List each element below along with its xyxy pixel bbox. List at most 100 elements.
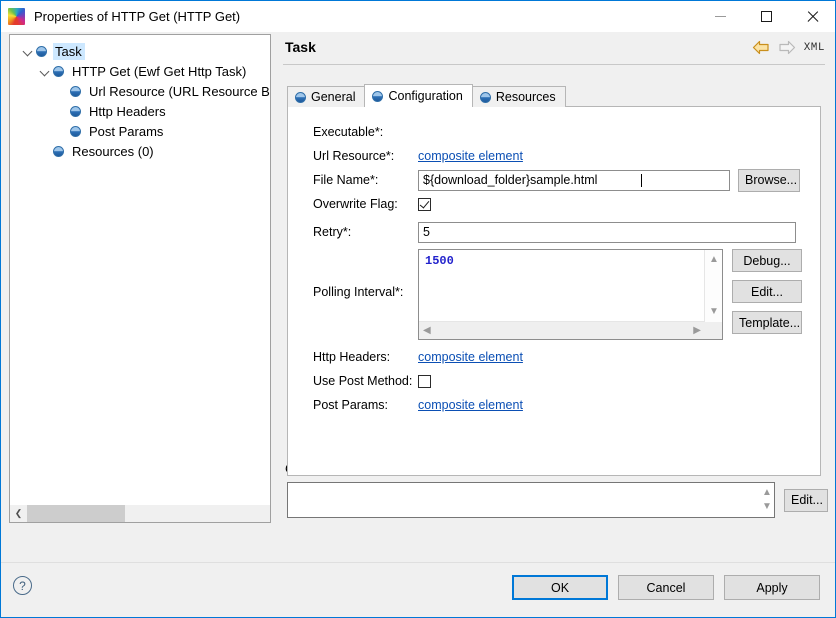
tree-item-label: Post Params bbox=[87, 123, 166, 140]
overwrite-flag-checkbox[interactable] bbox=[418, 198, 431, 211]
field-url-resource: Url Resource*: composite element bbox=[288, 144, 820, 168]
prism-icon bbox=[8, 8, 25, 25]
tab-label: Configuration bbox=[388, 89, 462, 103]
tree-item-http-headers[interactable]: Http Headers bbox=[10, 101, 270, 121]
field-label: Url Resource*: bbox=[288, 149, 418, 163]
field-label: File Name*: bbox=[288, 173, 418, 187]
apply-button[interactable]: Apply bbox=[724, 575, 820, 600]
dialog-buttons: OK Cancel Apply bbox=[512, 575, 820, 600]
scroll-up-icon[interactable]: ▲ bbox=[709, 255, 719, 265]
tree-item-http-get[interactable]: HTTP Get (Ewf Get Http Task) bbox=[10, 61, 270, 81]
tree-item-label: Task bbox=[53, 43, 85, 60]
http-headers-composite-link[interactable]: composite element bbox=[418, 350, 523, 364]
tree-item-resources[interactable]: Resources (0) bbox=[10, 141, 270, 161]
configuration-panel: Executable*: Url Resource*: composite el… bbox=[287, 106, 821, 476]
node-bullet-icon bbox=[70, 106, 81, 117]
field-post-params: Post Params: composite element bbox=[288, 393, 820, 417]
scroll-down-icon[interactable]: ▼ bbox=[709, 307, 719, 317]
tab-label: Resources bbox=[496, 90, 556, 104]
scroll-right-icon[interactable]: ▶ bbox=[693, 326, 701, 336]
tab-general[interactable]: General bbox=[287, 86, 365, 107]
tree-item-post-params[interactable]: Post Params bbox=[10, 121, 270, 141]
polling-interval-editor[interactable]: 1500 ▲ ▼ ◀ ▶ bbox=[418, 249, 723, 340]
close-icon bbox=[806, 10, 819, 23]
help-icon[interactable]: ? bbox=[13, 576, 32, 595]
window-title: Properties of HTTP Get (HTTP Get) bbox=[34, 9, 240, 24]
file-name-input[interactable]: ${download_folder}sample.html bbox=[418, 170, 730, 191]
tree-item-label: Resources (0) bbox=[70, 143, 157, 160]
node-bullet-icon bbox=[372, 91, 383, 102]
content-header: Task XML bbox=[279, 34, 829, 64]
retry-input[interactable]: 5 bbox=[418, 222, 796, 243]
scrollbar-thumb[interactable] bbox=[27, 505, 125, 522]
chevron-down-icon[interactable] bbox=[37, 63, 53, 79]
post-params-composite-link[interactable]: composite element bbox=[418, 398, 523, 412]
tab-configuration[interactable]: Configuration bbox=[364, 84, 472, 107]
field-label: Polling Interval*: bbox=[288, 249, 418, 299]
node-bullet-icon bbox=[295, 92, 306, 103]
polling-vertical-scrollbar[interactable]: ▲ ▼ bbox=[704, 250, 722, 322]
field-use-post-method: Use Post Method: bbox=[288, 369, 820, 393]
ok-button[interactable]: OK bbox=[512, 575, 608, 600]
tree-items: Task HTTP Get (Ewf Get Http Task) Url Re… bbox=[10, 35, 270, 161]
back-arrow-icon[interactable] bbox=[752, 40, 770, 55]
use-post-method-checkbox[interactable] bbox=[418, 375, 431, 388]
node-bullet-icon bbox=[70, 86, 81, 97]
window-controls bbox=[697, 1, 835, 32]
tree-item-url-resource[interactable]: Url Resource (URL Resource Bean) bbox=[10, 81, 270, 101]
template-button[interactable]: Template... bbox=[732, 311, 802, 334]
field-executable: Executable*: bbox=[288, 120, 820, 144]
xml-link[interactable]: XML bbox=[804, 42, 825, 54]
maximize-button[interactable] bbox=[743, 1, 789, 32]
comments-vertical-scrollbar[interactable]: ▲ ▼ bbox=[758, 483, 774, 517]
retry-value: 5 bbox=[423, 225, 430, 239]
field-label: Overwrite Flag: bbox=[288, 197, 418, 211]
title-bar: Properties of HTTP Get (HTTP Get) bbox=[1, 1, 835, 32]
navigation-tree[interactable]: Task HTTP Get (Ewf Get Http Task) Url Re… bbox=[9, 34, 271, 523]
field-label: Use Post Method: bbox=[288, 374, 418, 388]
comments-input[interactable]: ▲ ▼ bbox=[287, 482, 775, 518]
page-title: Task bbox=[285, 39, 316, 55]
chevron-down-icon[interactable] bbox=[20, 43, 36, 59]
scroll-left-icon[interactable]: ◀ bbox=[423, 326, 431, 336]
polling-interval-value: 1500 bbox=[419, 250, 705, 322]
maximize-icon bbox=[761, 11, 772, 22]
url-resource-composite-link[interactable]: composite element bbox=[418, 149, 523, 163]
close-button[interactable] bbox=[789, 1, 835, 32]
field-label: Post Params: bbox=[288, 398, 418, 412]
tree-item-label: HTTP Get (Ewf Get Http Task) bbox=[70, 63, 249, 80]
polling-horizontal-scrollbar[interactable]: ◀ ▶ bbox=[419, 321, 705, 339]
tree-horizontal-scrollbar[interactable]: ❮ bbox=[10, 504, 270, 522]
scroll-up-icon[interactable]: ▲ bbox=[762, 488, 772, 498]
field-retry: Retry*: 5 bbox=[288, 220, 820, 244]
comments-edit-button[interactable]: Edit... bbox=[784, 489, 828, 512]
node-bullet-icon bbox=[53, 66, 64, 77]
content-panel: Task XML General bbox=[279, 34, 829, 523]
minimize-button[interactable] bbox=[697, 1, 743, 32]
tab-resources[interactable]: Resources bbox=[472, 86, 566, 107]
tab-bar: General Configuration Resources bbox=[287, 85, 565, 107]
browse-button[interactable]: Browse... bbox=[738, 169, 800, 192]
edit-button[interactable]: Edit... bbox=[732, 280, 802, 303]
node-bullet-icon bbox=[70, 126, 81, 137]
field-label: Http Headers: bbox=[288, 350, 418, 364]
scroll-left-icon[interactable]: ❮ bbox=[10, 505, 27, 522]
debug-button[interactable]: Debug... bbox=[732, 249, 802, 272]
node-bullet-icon bbox=[480, 92, 491, 103]
field-label: Executable*: bbox=[288, 125, 418, 139]
tree-item-label: Http Headers bbox=[87, 103, 169, 120]
tree-item-label: Url Resource (URL Resource Bean) bbox=[87, 83, 271, 100]
comments-row: ▲ ▼ Edit... bbox=[279, 482, 829, 518]
file-name-value: ${download_folder}sample.html bbox=[423, 173, 597, 187]
node-bullet-icon bbox=[53, 146, 64, 157]
tree-item-task[interactable]: Task bbox=[10, 41, 270, 61]
scroll-down-icon[interactable]: ▼ bbox=[762, 502, 772, 512]
field-label: Retry*: bbox=[288, 225, 418, 239]
field-http-headers: Http Headers: composite element bbox=[288, 345, 820, 369]
forward-arrow-icon bbox=[778, 40, 796, 55]
cancel-button[interactable]: Cancel bbox=[618, 575, 714, 600]
text-caret bbox=[641, 174, 642, 187]
configuration-form: Executable*: Url Resource*: composite el… bbox=[288, 107, 820, 417]
properties-dialog: Properties of HTTP Get (HTTP Get) Task bbox=[0, 0, 836, 618]
field-overwrite-flag: Overwrite Flag: bbox=[288, 192, 820, 216]
